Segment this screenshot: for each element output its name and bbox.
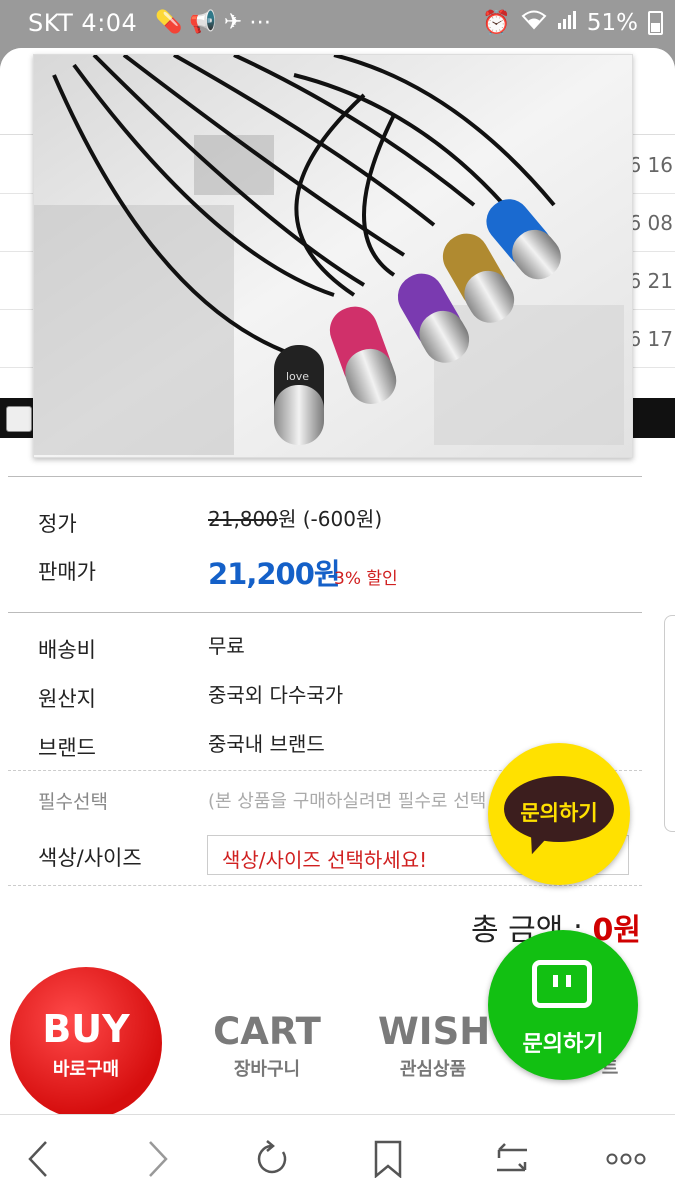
list-price: 21,800원 (-600원)	[208, 503, 382, 532]
list-price-label: 정가	[38, 512, 77, 536]
battery-percent: 51%	[586, 9, 638, 36]
naver-talk-label: 문의하기	[522, 1032, 604, 1057]
brand-label: 브랜드	[38, 736, 96, 760]
kakao-inquiry-button[interactable]: 문의하기	[488, 743, 630, 885]
status-bar: SKT 4:04 💊 📢 ✈ ⋯ ⏰ 51%	[0, 0, 675, 48]
wish-sublabel: 관심상품	[399, 1059, 467, 1080]
divider	[8, 476, 642, 477]
wish-label: WISH	[378, 1010, 491, 1053]
svg-text:love: love	[286, 370, 309, 383]
cart-label: CART	[213, 1010, 321, 1053]
notification-icons: 💊 📢 ✈ ⋯	[155, 10, 271, 35]
clock: 4:04	[81, 9, 138, 37]
divider	[8, 885, 642, 886]
required-note: (본 상품을 구매하실려면 필수로 선택	[208, 791, 487, 812]
wish-button[interactable]: WISH 관심상품	[378, 1010, 491, 1081]
pill-icon: 💊	[155, 10, 183, 35]
origin-label: 원산지	[38, 687, 96, 711]
product-image[interactable]: love	[33, 54, 633, 458]
divider	[8, 612, 642, 613]
discount-badge: 3% 할인	[334, 569, 398, 589]
wifi-icon	[521, 10, 547, 36]
airplane-icon: ✈	[223, 10, 243, 35]
system-icons: ⏰ 51%	[482, 9, 663, 36]
carrier-label: SKT	[28, 9, 74, 37]
megaphone-icon: 📢	[189, 10, 217, 35]
required-label: 필수선택	[38, 791, 108, 813]
necklace-photo: love	[34, 55, 632, 457]
sale-price-label: 판매가	[38, 560, 96, 584]
forward-button[interactable]	[134, 1137, 182, 1181]
more-dots-icon	[606, 1153, 646, 1165]
carrier-time: SKT 4:04	[28, 9, 137, 37]
tab-switch-icon	[497, 1143, 527, 1172]
buy-sublabel: 바로구매	[52, 1059, 120, 1080]
option-placeholder: 색상/사이즈 선택하세요!	[222, 848, 428, 872]
bookmark-icon	[374, 1140, 402, 1178]
alarm-icon: ⏰	[482, 10, 511, 36]
list-price-value: 21,800	[208, 507, 278, 531]
battery-icon	[648, 10, 663, 35]
origin-value: 중국외 다수국가	[208, 683, 344, 707]
shipping-value: 무료	[208, 634, 245, 658]
cart-sublabel: 장바구니	[233, 1059, 301, 1080]
more-notifications-icon: ⋯	[249, 10, 272, 35]
bookmark-button[interactable]	[364, 1137, 412, 1181]
more-menu-button[interactable]	[602, 1137, 650, 1181]
list-price-suffix: 원 (-600원)	[277, 507, 383, 531]
back-button[interactable]	[14, 1137, 62, 1181]
buy-label: BUY	[42, 1007, 130, 1051]
naver-talk-button[interactable]: 문의하기	[488, 930, 638, 1080]
forward-arrow-icon	[149, 1141, 168, 1177]
reload-icon	[257, 1140, 287, 1174]
cart-button[interactable]: CART 장바구니	[212, 1010, 322, 1081]
kakao-inquiry-label: 문의하기	[520, 801, 598, 825]
side-drawer-tab[interactable]	[664, 615, 675, 832]
reload-button[interactable]	[248, 1137, 296, 1181]
option-label: 색상/사이즈	[38, 846, 142, 870]
talk-icon	[532, 960, 592, 1008]
brand-value: 중국내 브랜드	[208, 732, 325, 756]
buy-now-button[interactable]: BUY 바로구매	[10, 967, 162, 1119]
signal-icon	[557, 10, 577, 36]
tabs-button[interactable]	[488, 1137, 536, 1181]
back-arrow-icon	[28, 1141, 47, 1177]
checkbox[interactable]	[6, 406, 32, 432]
shipping-label: 배송비	[38, 638, 96, 662]
browser-toolbar	[0, 1114, 675, 1201]
sale-price: 21,200원	[208, 557, 341, 591]
